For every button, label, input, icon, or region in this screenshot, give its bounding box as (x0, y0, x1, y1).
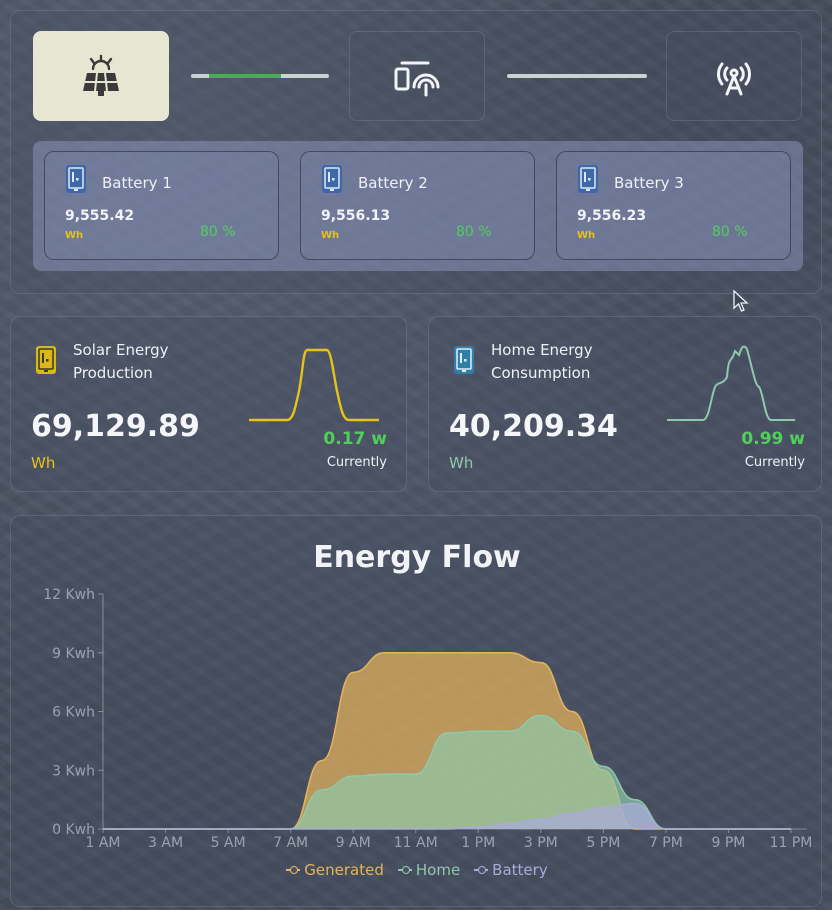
solar-production-card[interactable]: Solar Energy Production 69,129.89 Wh 0.1… (10, 316, 407, 492)
home-sparkline (667, 345, 795, 421)
antenna-icon (717, 62, 751, 96)
battery-percent: 80 % (200, 224, 236, 240)
energy-flow-panel: Energy Flow 0 Kwh 3 Kwh 6 Kwh 9 Kwh 12 Kwh 1 … (10, 515, 822, 907)
home-title: Home Energy Consumption (491, 341, 593, 382)
y-tick-label: 6 Kwh (52, 705, 95, 721)
legend-home[interactable]: Home (397, 861, 461, 879)
legend-label: Home (415, 861, 461, 879)
home-unit: Wh (449, 454, 474, 472)
x-tick-label: 11 AM (394, 835, 438, 851)
energy-topology-panel: Battery 1 9,555.42 Wh 80 % Battery 2 9,5… (10, 10, 822, 294)
battery-icon (578, 165, 598, 193)
solar-unit: Wh (31, 454, 56, 472)
solar-current-value: 0.17 w (323, 429, 387, 449)
battery-card-1[interactable]: Battery 1 9,555.42 Wh 80 % (44, 151, 279, 260)
home-consumption-card[interactable]: Home Energy Consumption 40,209.34 Wh 0.9… (428, 316, 822, 492)
solar-sparkline (249, 348, 379, 422)
x-tick-label: 7 PM (649, 835, 683, 851)
y-tick-label: 3 Kwh (52, 763, 95, 779)
x-tick-label: 9 AM (336, 835, 371, 851)
legend-swatch (286, 865, 301, 875)
battery-unit: Wh (65, 230, 84, 241)
battery-percent: 80 % (456, 224, 492, 240)
grid-node[interactable] (666, 31, 802, 121)
legend-label: Battery (492, 861, 548, 879)
solar-total-value: 69,129.89 (31, 409, 200, 444)
legend-swatch (474, 865, 489, 875)
inverter-node[interactable] (349, 31, 485, 121)
flow-progress (209, 74, 281, 78)
battery-unit: Wh (577, 230, 596, 241)
legend-label: Generated (304, 861, 384, 879)
x-tick-label: 5 PM (586, 835, 620, 851)
chart-legend: Generated Home Battery (11, 861, 823, 879)
x-tick-label: 11 PM (770, 835, 813, 851)
y-tick-label: 12 Kwh (43, 587, 95, 603)
home-current-value: 0.99 w (741, 429, 805, 449)
battery-value: 9,555.42 (65, 208, 135, 224)
battery-list: Battery 1 9,555.42 Wh 80 % Battery 2 9,5… (33, 141, 803, 271)
battery-name: Battery 3 (614, 174, 684, 192)
y-tick-label: 9 Kwh (52, 646, 95, 662)
inverter-icon (394, 61, 440, 97)
battery-name: Battery 1 (102, 174, 172, 192)
x-tick-label: 3 PM (524, 835, 558, 851)
solar-meter-icon (36, 346, 56, 374)
solar-panel-icon (83, 54, 119, 96)
battery-percent: 80 % (712, 224, 748, 240)
home-total-value: 40,209.34 (449, 409, 618, 444)
battery-name: Battery 2 (358, 174, 428, 192)
battery-card-3[interactable]: Battery 3 9,556.23 Wh 80 % (556, 151, 791, 260)
solar-current-label: Currently (326, 455, 387, 470)
battery-icon (322, 165, 342, 193)
x-tick-label: 7 AM (273, 835, 308, 851)
battery-card-2[interactable]: Battery 2 9,556.13 Wh 80 % (300, 151, 535, 260)
home-current-label: Currently (744, 455, 805, 470)
solar-node[interactable] (33, 31, 169, 121)
battery-value: 9,556.23 (577, 208, 647, 224)
x-tick-label: 1 AM (85, 835, 120, 851)
inverter-grid-connector (507, 74, 647, 78)
legend-generated[interactable]: Generated (286, 861, 384, 879)
battery-value: 9,556.13 (321, 208, 391, 224)
solar-inverter-connector (191, 74, 329, 78)
x-tick-label: 5 AM (211, 835, 246, 851)
home-meter-icon (454, 346, 474, 374)
legend-battery[interactable]: Battery (474, 861, 548, 879)
battery-icon (66, 165, 86, 193)
mouse-cursor-icon (733, 290, 749, 312)
x-tick-label: 9 PM (712, 835, 746, 851)
x-tick-label: 3 AM (148, 835, 183, 851)
x-tick-label: 1 PM (461, 835, 495, 851)
legend-swatch (397, 865, 412, 875)
energy-flow-chart: 0 Kwh3 Kwh6 Kwh9 Kwh12 Kwh1 AM 3 AM 5 AM 7 … (43, 587, 813, 851)
solar-title: Solar Energy Production (73, 341, 169, 382)
battery-unit: Wh (321, 230, 340, 241)
